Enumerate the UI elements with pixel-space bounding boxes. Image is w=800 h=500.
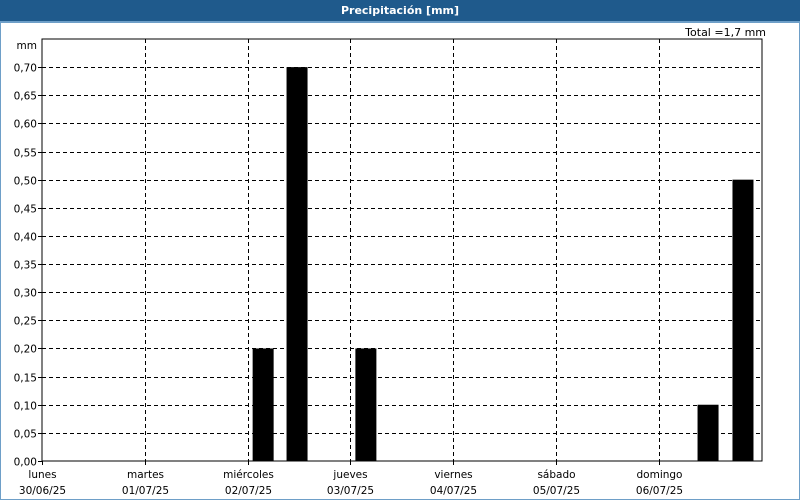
y-tick-label: 0,25 <box>14 316 37 328</box>
x-tick-day: lunes <box>28 469 56 481</box>
precipitation-bar <box>252 348 274 461</box>
precipitation-chart: 0,00 0,05 0,10 0,15 0,20 0,25 0,30 0,35 0,40 0,45… <box>14 38 763 497</box>
y-tick-label: 0,70 <box>14 63 37 75</box>
y-tick-label: 0,60 <box>14 119 37 131</box>
y-tick-label: 0,50 <box>14 176 37 188</box>
x-tick-day: viernes <box>434 469 472 481</box>
y-tick-label: 0,00 <box>14 457 37 469</box>
y-tick-label: 0,10 <box>14 401 37 413</box>
y-tick-label: 0,05 <box>14 429 37 441</box>
y-tick-label: 0,15 <box>14 373 37 385</box>
x-tick-date: 03/07/25 <box>327 485 374 497</box>
precipitation-bar <box>732 179 754 461</box>
y-axis-label: mm <box>17 40 37 52</box>
x-tick-day: jueves <box>332 469 367 481</box>
x-tick-date: 06/07/25 <box>636 485 683 497</box>
x-tick-day: martes <box>127 469 164 481</box>
x-tick-date: 02/07/25 <box>225 485 272 497</box>
y-tick-label: 0,40 <box>14 232 37 244</box>
x-tick-date: 05/07/25 <box>533 485 580 497</box>
x-tick-date: 04/07/25 <box>430 485 477 497</box>
precipitation-bar <box>286 67 308 461</box>
x-tick-day: domingo <box>637 469 683 481</box>
y-tick-label: 0,55 <box>14 148 37 160</box>
x-tick-day: sábado <box>537 469 575 481</box>
y-tick-label: 0,45 <box>14 204 37 216</box>
y-tick-label: 0,65 <box>14 91 37 103</box>
x-tick-date: 30/06/25 <box>19 485 66 497</box>
y-tick-label: 0,20 <box>14 344 37 356</box>
precipitation-bar <box>697 404 719 461</box>
y-tick-label: 0,30 <box>14 288 37 300</box>
x-tick-date: 01/07/25 <box>122 485 169 497</box>
y-tick-label: 0,35 <box>14 260 37 272</box>
precipitation-bar <box>355 348 377 461</box>
plot-border <box>41 38 763 462</box>
x-tick-day: miércoles <box>223 469 274 481</box>
